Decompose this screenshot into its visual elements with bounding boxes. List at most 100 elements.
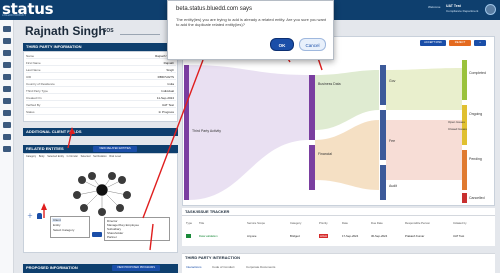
column-header[interactable]: Date bbox=[342, 221, 348, 225]
info-row-value: Rajnath bbox=[163, 61, 174, 65]
save-relation-button[interactable] bbox=[92, 232, 102, 237]
tab-code-of-conduct[interactable]: Code of Conduct bbox=[212, 265, 235, 269]
priority-badge: HIGH bbox=[319, 234, 328, 238]
legend-selected-entity: Selected Entity bbox=[47, 155, 64, 158]
cancel-button[interactable]: Cancel bbox=[299, 38, 326, 51]
person-icon[interactable] bbox=[37, 213, 42, 219]
entity-node bbox=[78, 176, 86, 184]
bell-icon[interactable] bbox=[3, 146, 11, 152]
legend-body: Body bbox=[38, 155, 45, 158]
third-party-info-heading[interactable]: THIRD PARTY INFORMATION bbox=[23, 43, 178, 51]
flow-band bbox=[315, 70, 379, 130]
column-header[interactable]: Due Date bbox=[371, 221, 383, 225]
reject-button[interactable]: REJECT bbox=[449, 40, 471, 46]
info-row-label: Third Party Type bbox=[26, 89, 48, 93]
info-row-value: UAT Test bbox=[161, 103, 174, 107]
view-proposed-programs-button[interactable]: VIEW PROPOSED PROGRAMS bbox=[112, 265, 160, 271]
info-row: Third Party Type Individual bbox=[26, 88, 176, 94]
legend-selected: Selected bbox=[80, 155, 91, 158]
task-responsible: Prakash Kumar bbox=[405, 234, 425, 238]
legend-set-relation: Set Relation bbox=[93, 155, 107, 158]
node-label: Cancelled bbox=[469, 196, 485, 200]
info-row-label: Last Name bbox=[26, 68, 41, 72]
tab-corporate-documents[interactable]: Corporate Documents bbox=[246, 265, 275, 269]
dropdown-option[interactable]: Partner bbox=[106, 235, 117, 239]
entity-node bbox=[73, 191, 81, 199]
entity-type-select[interactable]: Client Entity Select Category bbox=[50, 216, 90, 238]
interaction-heading[interactable]: THIRD PARTY INTERACTION bbox=[185, 255, 240, 260]
node-label: Ongoing bbox=[469, 112, 482, 116]
additional-fields-heading[interactable]: ADDITIONAL CLIENT FIELDS bbox=[23, 128, 178, 136]
list-icon[interactable] bbox=[3, 74, 11, 80]
chart-icon[interactable] bbox=[3, 134, 11, 140]
page-select[interactable] bbox=[120, 27, 160, 35]
relation-legend: Category Body Selected Entity Is Circula… bbox=[26, 155, 176, 165]
menu-icon[interactable] bbox=[3, 26, 11, 32]
dropdown-option[interactable]: Entity bbox=[52, 223, 61, 227]
column-header[interactable]: Priority bbox=[319, 221, 328, 225]
task-due-date: 30-Sep-2024 bbox=[371, 234, 388, 238]
task-date: 17-Sep-2024 bbox=[342, 234, 359, 238]
task-tracker-heading[interactable]: TASK/ISSUE TRACKER bbox=[182, 208, 495, 216]
dashboard-icon[interactable] bbox=[3, 38, 11, 44]
column-header[interactable]: Type bbox=[186, 221, 192, 225]
node-label: Gov bbox=[389, 79, 396, 83]
column-header[interactable]: Category bbox=[290, 221, 301, 225]
reports-icon[interactable] bbox=[3, 98, 11, 104]
users-icon[interactable] bbox=[3, 50, 11, 56]
node-label: Pending bbox=[469, 157, 482, 161]
info-row-value: 11-Sep-2024 bbox=[156, 96, 174, 100]
add-button[interactable]: + bbox=[474, 40, 486, 46]
page-badge: SOS bbox=[103, 28, 114, 34]
column-header[interactable]: Responsible Person bbox=[405, 221, 430, 225]
dialog-message: The entity(ies) you are trying to add is… bbox=[176, 17, 327, 27]
center-entity-node bbox=[95, 183, 109, 197]
entity-node bbox=[116, 204, 124, 212]
info-row: Country of Residence India bbox=[26, 81, 176, 87]
sankey-node bbox=[309, 75, 315, 140]
entity-graph[interactable] bbox=[62, 170, 142, 220]
view-related-entities-button[interactable]: VIEW RELATED ENTITIES bbox=[93, 146, 137, 152]
legend-open-issues: Open Issues bbox=[448, 120, 465, 124]
sankey-node bbox=[462, 193, 467, 203]
info-row-label: Name bbox=[26, 54, 35, 58]
dropdown-option[interactable]: Client bbox=[52, 218, 61, 222]
documents-icon[interactable] bbox=[3, 62, 11, 68]
task-initiated-by: UAT Test bbox=[453, 234, 465, 238]
info-row: Last Name Singh bbox=[26, 67, 176, 73]
info-row-value: India bbox=[167, 82, 174, 86]
dropdown-option[interactable]: Select Category bbox=[52, 228, 74, 232]
node-label: Financial bbox=[318, 152, 332, 156]
column-header[interactable]: Title bbox=[199, 221, 204, 225]
info-row: UID RBD7HGTS bbox=[26, 74, 176, 80]
legend-is-circular: Is Circular bbox=[66, 155, 78, 158]
entity-node bbox=[98, 208, 106, 216]
accept-risk-button[interactable]: ACCEPT RISK bbox=[420, 40, 446, 46]
node-label: Audit bbox=[389, 184, 397, 188]
info-row-label: UID bbox=[26, 75, 32, 79]
column-header[interactable]: Service Scope bbox=[247, 221, 265, 225]
info-row-label: Country of Residence bbox=[26, 82, 55, 86]
sankey-node bbox=[380, 110, 386, 160]
calendar-icon[interactable] bbox=[3, 122, 11, 128]
avatar[interactable] bbox=[485, 4, 496, 15]
info-row-value: Individual bbox=[161, 89, 174, 93]
add-entity-icon[interactable]: ＋ bbox=[27, 214, 33, 220]
logo-tagline: A BlueDD PRODUCT bbox=[2, 14, 26, 17]
search-icon[interactable] bbox=[3, 86, 11, 92]
ok-button[interactable]: OK bbox=[270, 38, 294, 51]
relation-type-select[interactable]: Director Manager/Key Employee Subsidiary… bbox=[104, 217, 170, 241]
task-title-link[interactable]: Data validation bbox=[199, 234, 218, 238]
flow-band bbox=[386, 68, 462, 110]
column-header[interactable]: Initiated by bbox=[453, 221, 467, 225]
legend-category: Category bbox=[26, 155, 37, 158]
task-category: Bridged bbox=[290, 234, 300, 238]
tab-interactions[interactable]: Interactions bbox=[186, 265, 202, 269]
entity-node bbox=[123, 191, 131, 199]
entity-node bbox=[80, 204, 88, 212]
sankey-node bbox=[184, 65, 189, 200]
entity-node bbox=[88, 172, 96, 180]
settings-icon[interactable] bbox=[3, 110, 11, 116]
info-row-value: In Progress bbox=[158, 110, 174, 114]
info-row-label: Status bbox=[26, 110, 35, 114]
